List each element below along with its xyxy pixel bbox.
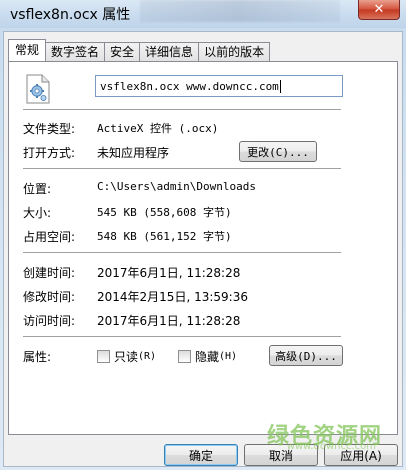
file-name-text: vsflex8n.ocx www.downcc.com <box>100 79 279 93</box>
separator <box>23 336 341 337</box>
hidden-checkbox[interactable]: 隐藏 (H) <box>178 348 237 365</box>
created-value: 2017年6月1日, 11:28:28 <box>97 266 241 280</box>
window-frame: 常规 数字签名 安全 详细信息 以前的版本 vsflex8n.ocx www.d… <box>0 28 406 470</box>
size-value: 545 KB (558,608 字节) <box>97 206 232 219</box>
readonly-checkbox-box[interactable] <box>97 350 110 363</box>
title-bar-blur <box>140 0 340 22</box>
opens-with-value: 未知应用程序 <box>97 146 170 160</box>
tab-strip: 常规 数字签名 安全 详细信息 以前的版本 <box>8 39 271 61</box>
file-type-value: ActiveX 控件 (.ocx) <box>97 122 219 135</box>
modified-value: 2014年2月15日, 13:59:36 <box>97 290 248 304</box>
dialog-panel: 常规 数字签名 安全 详细信息 以前的版本 vsflex8n.ocx www.d… <box>3 31 403 467</box>
created-label: 创建时间: <box>23 266 76 280</box>
tab-digital-signatures[interactable]: 数字签名 <box>45 42 106 61</box>
text-caret <box>279 79 281 93</box>
hidden-accel: (H) <box>219 351 238 362</box>
modified-label: 修改时间: <box>23 290 76 304</box>
advanced-button[interactable]: 高级(D)... <box>269 345 343 366</box>
tab-details[interactable]: 详细信息 <box>139 42 200 61</box>
window-title: vsflex8n.ocx 属性 <box>10 7 131 23</box>
general-tab-content: vsflex8n.ocx www.downcc.com 文件类型: Active… <box>8 61 398 435</box>
hidden-checkbox-label: 隐藏 <box>195 350 220 364</box>
file-type-label: 文件类型: <box>23 122 76 136</box>
separator <box>23 109 341 110</box>
readonly-checkbox-label: 只读 <box>114 350 139 364</box>
accessed-value: 2017年6月1日, 11:28:28 <box>97 314 241 328</box>
activex-file-icon <box>26 74 50 104</box>
tab-previous-versions[interactable]: 以前的版本 <box>198 42 271 61</box>
ok-button[interactable]: 确定 <box>164 444 238 466</box>
watermark-url: www.downcc.com <box>286 441 376 452</box>
separator <box>23 252 341 253</box>
close-icon: ✕ <box>373 2 385 17</box>
file-name-input[interactable]: vsflex8n.ocx www.downcc.com <box>95 75 343 97</box>
readonly-accel: (R) <box>138 351 157 362</box>
change-button[interactable]: 更改(C)... <box>239 141 317 162</box>
size-on-disk-value: 548 KB (561,152 字节) <box>97 230 232 243</box>
title-bar[interactable]: vsflex8n.ocx 属性 ✕ <box>0 0 406 28</box>
close-button[interactable]: ✕ <box>358 0 400 20</box>
accessed-label: 访问时间: <box>23 314 76 328</box>
tab-general[interactable]: 常规 <box>8 39 47 61</box>
attributes-label: 属性: <box>23 350 52 364</box>
size-on-disk-label: 占用空间: <box>23 230 76 244</box>
location-label: 位置: <box>23 182 52 196</box>
separator <box>23 168 341 169</box>
readonly-checkbox[interactable]: 只读 (R) <box>97 348 156 365</box>
tab-security[interactable]: 安全 <box>104 42 141 61</box>
size-label: 大小: <box>23 206 52 220</box>
hidden-checkbox-box[interactable] <box>178 350 191 363</box>
opens-with-label: 打开方式: <box>23 146 76 160</box>
location-value: C:\Users\admin\Downloads <box>97 180 256 193</box>
